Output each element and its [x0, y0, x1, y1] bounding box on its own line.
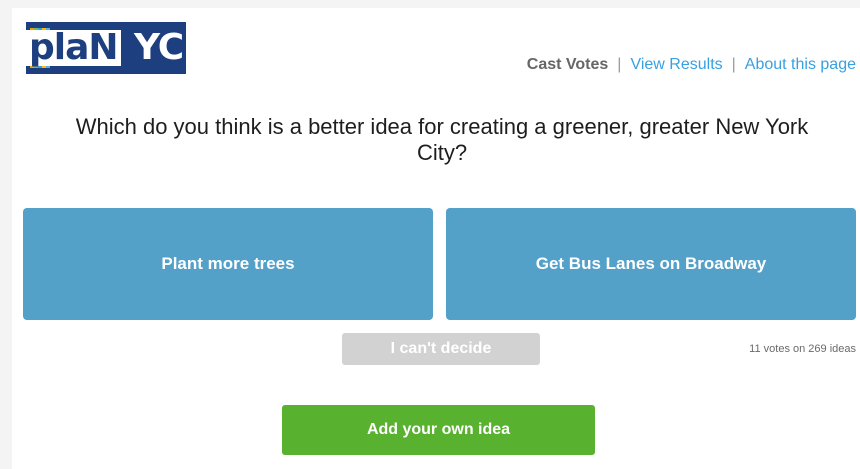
cant-decide-button[interactable]: I can't decide	[342, 333, 540, 365]
vote-count: 11 votes on 269 ideas	[749, 343, 856, 355]
choice-right-label: Get Bus Lanes on Broadway	[535, 254, 767, 273]
choice-right-button[interactable]: Get Bus Lanes on Broadway	[446, 208, 856, 320]
top-nav: Cast Votes | View Results | About this page	[527, 56, 856, 74]
nav-separator: |	[731, 56, 736, 73]
nav-separator: |	[617, 56, 622, 73]
add-idea-label: Add your own idea	[366, 421, 511, 438]
choice-left-label: Plant more trees	[161, 254, 295, 273]
question-text: Which do you think is a better idea for …	[75, 114, 809, 165]
choice-left-button[interactable]: Plant more trees	[23, 208, 433, 320]
nav-cast-votes[interactable]: Cast Votes	[527, 56, 609, 73]
nav-about[interactable]: About this page	[745, 56, 856, 73]
logo-text-plan: plaN	[26, 30, 121, 66]
plannyc-logo[interactable]: plaN YC	[26, 22, 186, 74]
add-idea-button[interactable]: Add your own idea	[282, 405, 595, 455]
cant-decide-label: I can't decide	[390, 340, 492, 357]
logo-text-nyc: YC	[134, 27, 184, 68]
nav-view-results[interactable]: View Results	[630, 56, 722, 73]
page: plaN YC Cast Votes | View Results | About th…	[12, 8, 860, 469]
